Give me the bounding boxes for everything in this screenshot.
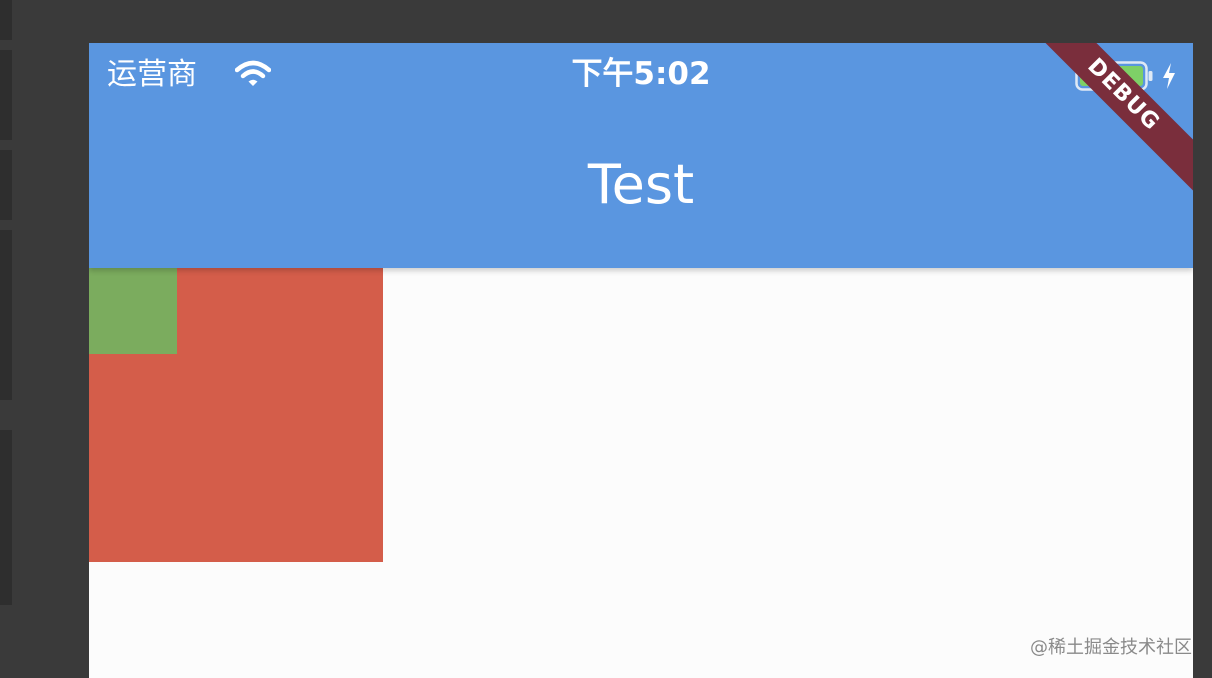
status-time: 下午5:02 (571, 56, 711, 92)
watermark: @稀土掘金技术社区 (1030, 637, 1192, 658)
emulator-edge (0, 150, 12, 220)
green-container (89, 268, 177, 354)
red-container (89, 268, 383, 562)
app-bar-title: Test (587, 153, 695, 216)
emulator-edge (0, 430, 12, 605)
emulator-edge (0, 0, 12, 40)
charging-bolt-icon (1162, 63, 1176, 89)
status-bar: 运营商 下午5:02 (89, 43, 1193, 107)
emulator-edge (0, 50, 12, 140)
emulator-edge (0, 230, 12, 400)
app-bar: 运营商 下午5:02 Test DEBUG (89, 43, 1193, 268)
device-screen: 运营商 下午5:02 Test DEBUG (89, 43, 1193, 678)
